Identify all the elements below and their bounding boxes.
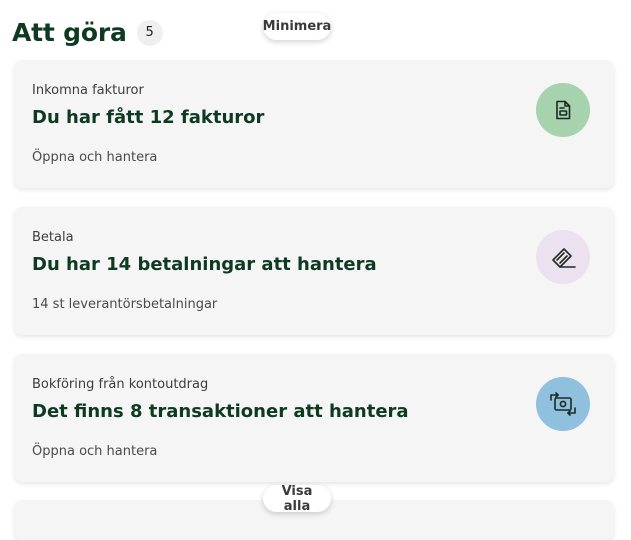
page-title: Att göra bbox=[12, 18, 127, 47]
todo-card-payments[interactable]: Betala Du har 14 betalningar att hantera… bbox=[14, 207, 614, 335]
card-heading: Du har 14 betalningar att hantera bbox=[32, 254, 377, 275]
todo-card-transactions[interactable]: Bokföring från kontoutdrag Det finns 8 t… bbox=[14, 354, 614, 482]
card-subtitle: Betala bbox=[32, 230, 74, 245]
card-detail: Öppna och hantera bbox=[32, 444, 158, 459]
todo-header: Att göra 5 bbox=[12, 18, 163, 47]
count-badge: 5 bbox=[136, 19, 163, 46]
card-heading: Det finns 8 transaktioner att hantera bbox=[32, 401, 409, 422]
invoice-icon bbox=[536, 83, 590, 137]
show-all-button[interactable]: Visa alla bbox=[263, 484, 331, 514]
card-subtitle: Bokföring från kontoutdrag bbox=[32, 377, 209, 392]
todo-card-invoices[interactable]: Inkomna fakturor Du har fått 12 fakturor… bbox=[14, 60, 614, 188]
payment-icon bbox=[536, 230, 590, 284]
card-detail: 14 st leverantörsbetalningar bbox=[32, 297, 218, 312]
minimize-button[interactable]: Minimera bbox=[263, 13, 331, 40]
card-detail: Öppna och hantera bbox=[32, 150, 158, 165]
card-subtitle: Inkomna fakturor bbox=[32, 83, 144, 98]
card-heading: Du har fått 12 fakturor bbox=[32, 107, 265, 128]
transactions-icon bbox=[536, 377, 590, 431]
